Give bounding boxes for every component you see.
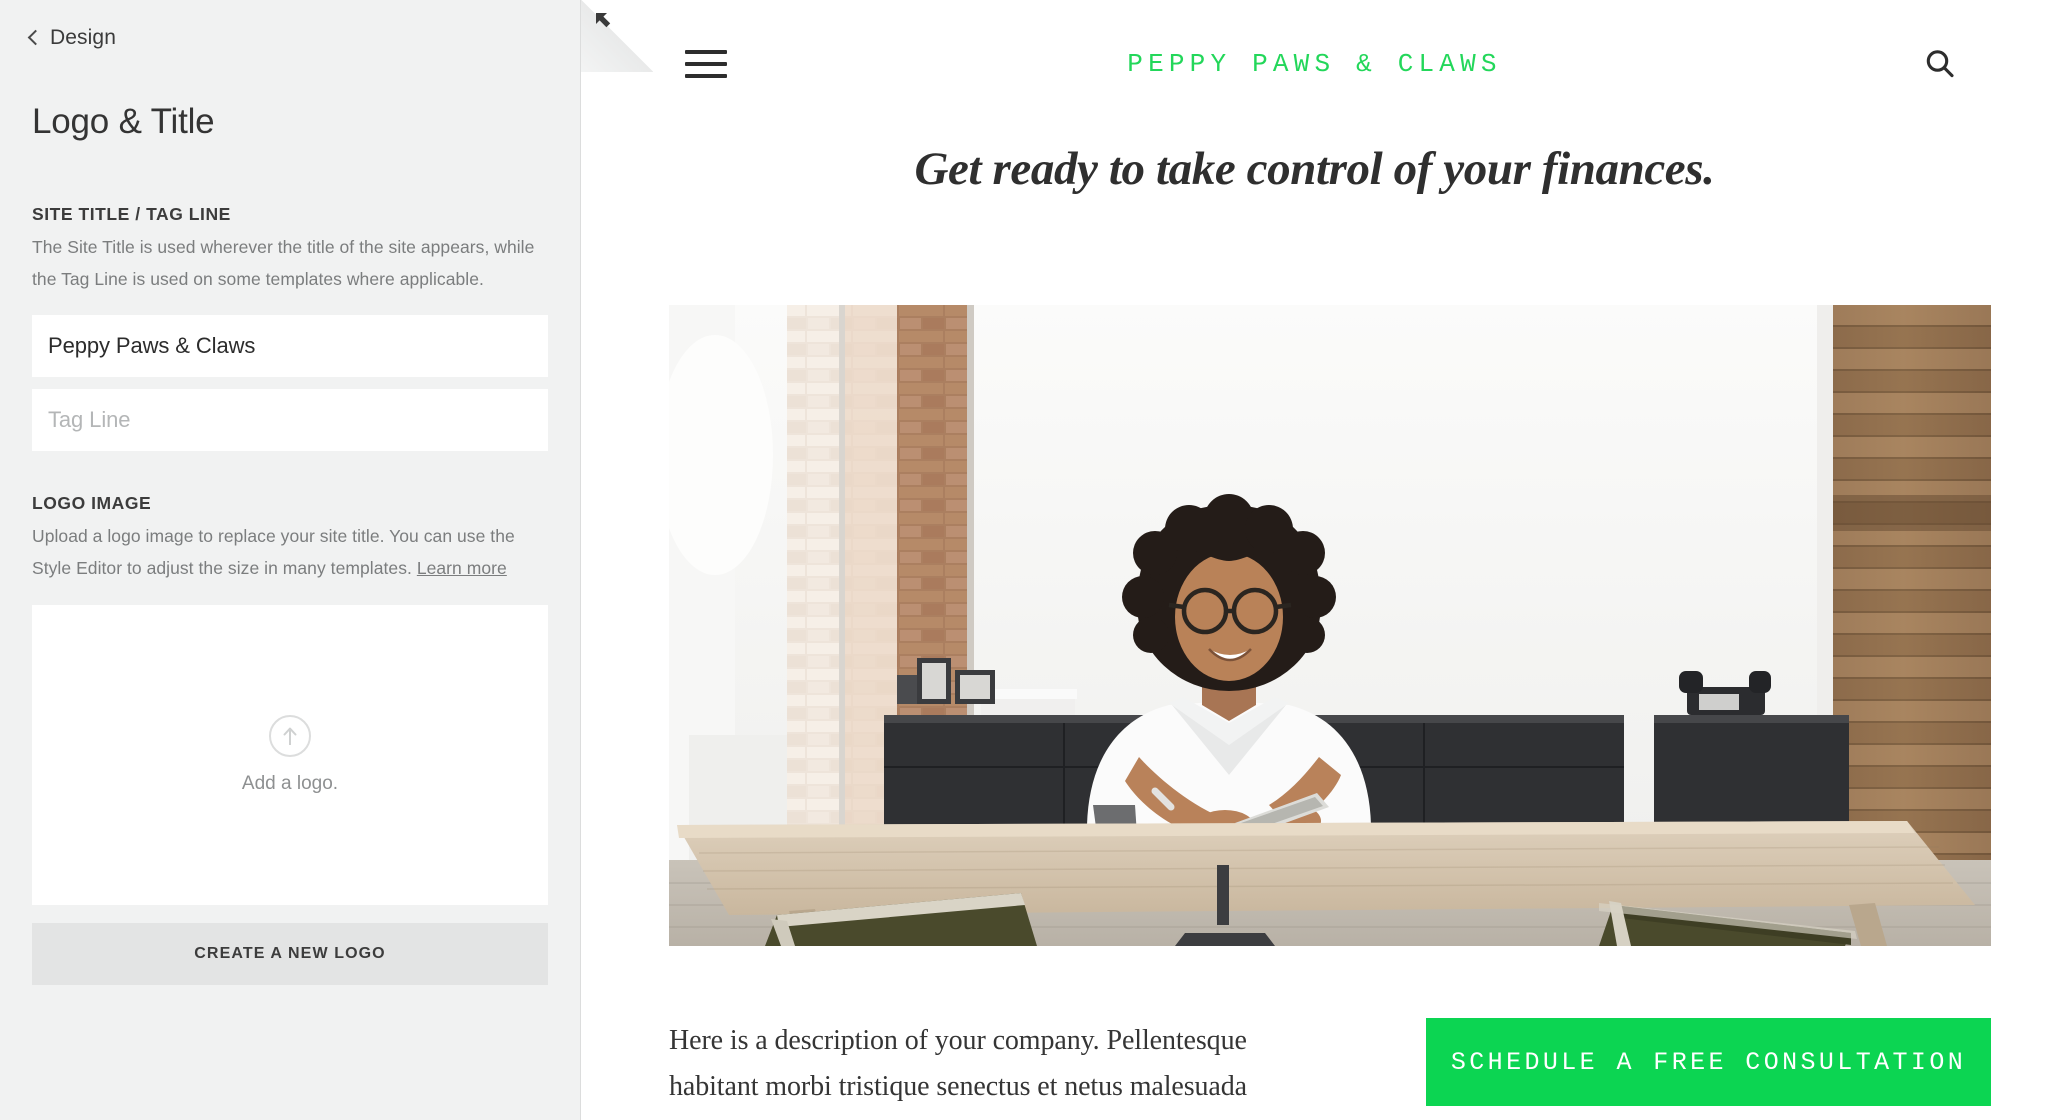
learn-more-link[interactable]: Learn more xyxy=(417,558,507,578)
tag-line-input[interactable] xyxy=(32,389,548,451)
collapse-arrow-icon xyxy=(596,13,611,28)
corner-fold-shape xyxy=(581,0,653,72)
upload-arrow-icon xyxy=(269,715,311,757)
back-link-label: Design xyxy=(50,26,116,49)
site-title-section: SITE TITLE / TAG LINE The Site Title is … xyxy=(32,204,549,451)
hamburger-icon[interactable] xyxy=(685,50,727,78)
collapse-panel-handle[interactable] xyxy=(581,0,653,72)
preview-tagline-heading: Get ready to take control of your financ… xyxy=(914,143,1715,195)
schedule-consultation-button[interactable]: SCHEDULE A FREE CONSULTATION xyxy=(1426,1018,1991,1106)
logo-upload-dropzone[interactable]: Add a logo. xyxy=(32,605,548,905)
logo-image-section-description: Upload a logo image to replace your site… xyxy=(32,520,549,584)
site-title-section-label: SITE TITLE / TAG LINE xyxy=(32,204,231,224)
preview-bottom-row: Here is a description of your company. P… xyxy=(669,1018,1991,1120)
app-root: Design Logo & Title SITE TITLE / TAG LIN… xyxy=(0,0,2048,1120)
company-description: Here is a description of your company. P… xyxy=(669,1025,1247,1120)
logo-image-section-label: LOGO IMAGE xyxy=(32,493,152,513)
page-title: Logo & Title xyxy=(32,102,215,141)
search-icon[interactable] xyxy=(1920,44,1960,84)
site-title-input[interactable] xyxy=(32,315,548,377)
hamburger-bar xyxy=(685,62,727,66)
site-title-section-description: The Site Title is used wherever the titl… xyxy=(32,237,535,289)
chevron-left-icon xyxy=(27,29,44,46)
settings-sidebar: Design Logo & Title SITE TITLE / TAG LIN… xyxy=(0,0,581,1120)
logo-image-section: LOGO IMAGE Upload a logo image to replac… xyxy=(32,493,549,985)
back-to-design-link[interactable]: Design xyxy=(27,26,549,50)
preview-site-title: PEPPY PAWS & CLAWS xyxy=(1127,49,1502,79)
upload-instruction-label: Add a logo. xyxy=(241,773,339,794)
hero-image xyxy=(669,305,1991,946)
hamburger-bar xyxy=(685,74,727,78)
create-a-new-logo-button[interactable]: CREATE A NEW LOGO xyxy=(32,923,548,985)
preview-site-header: PEPPY PAWS & CLAWS xyxy=(581,0,2048,128)
hamburger-bar xyxy=(685,50,727,54)
site-preview-pane: PEPPY PAWS & CLAWS Get ready to take con… xyxy=(581,0,2048,1120)
